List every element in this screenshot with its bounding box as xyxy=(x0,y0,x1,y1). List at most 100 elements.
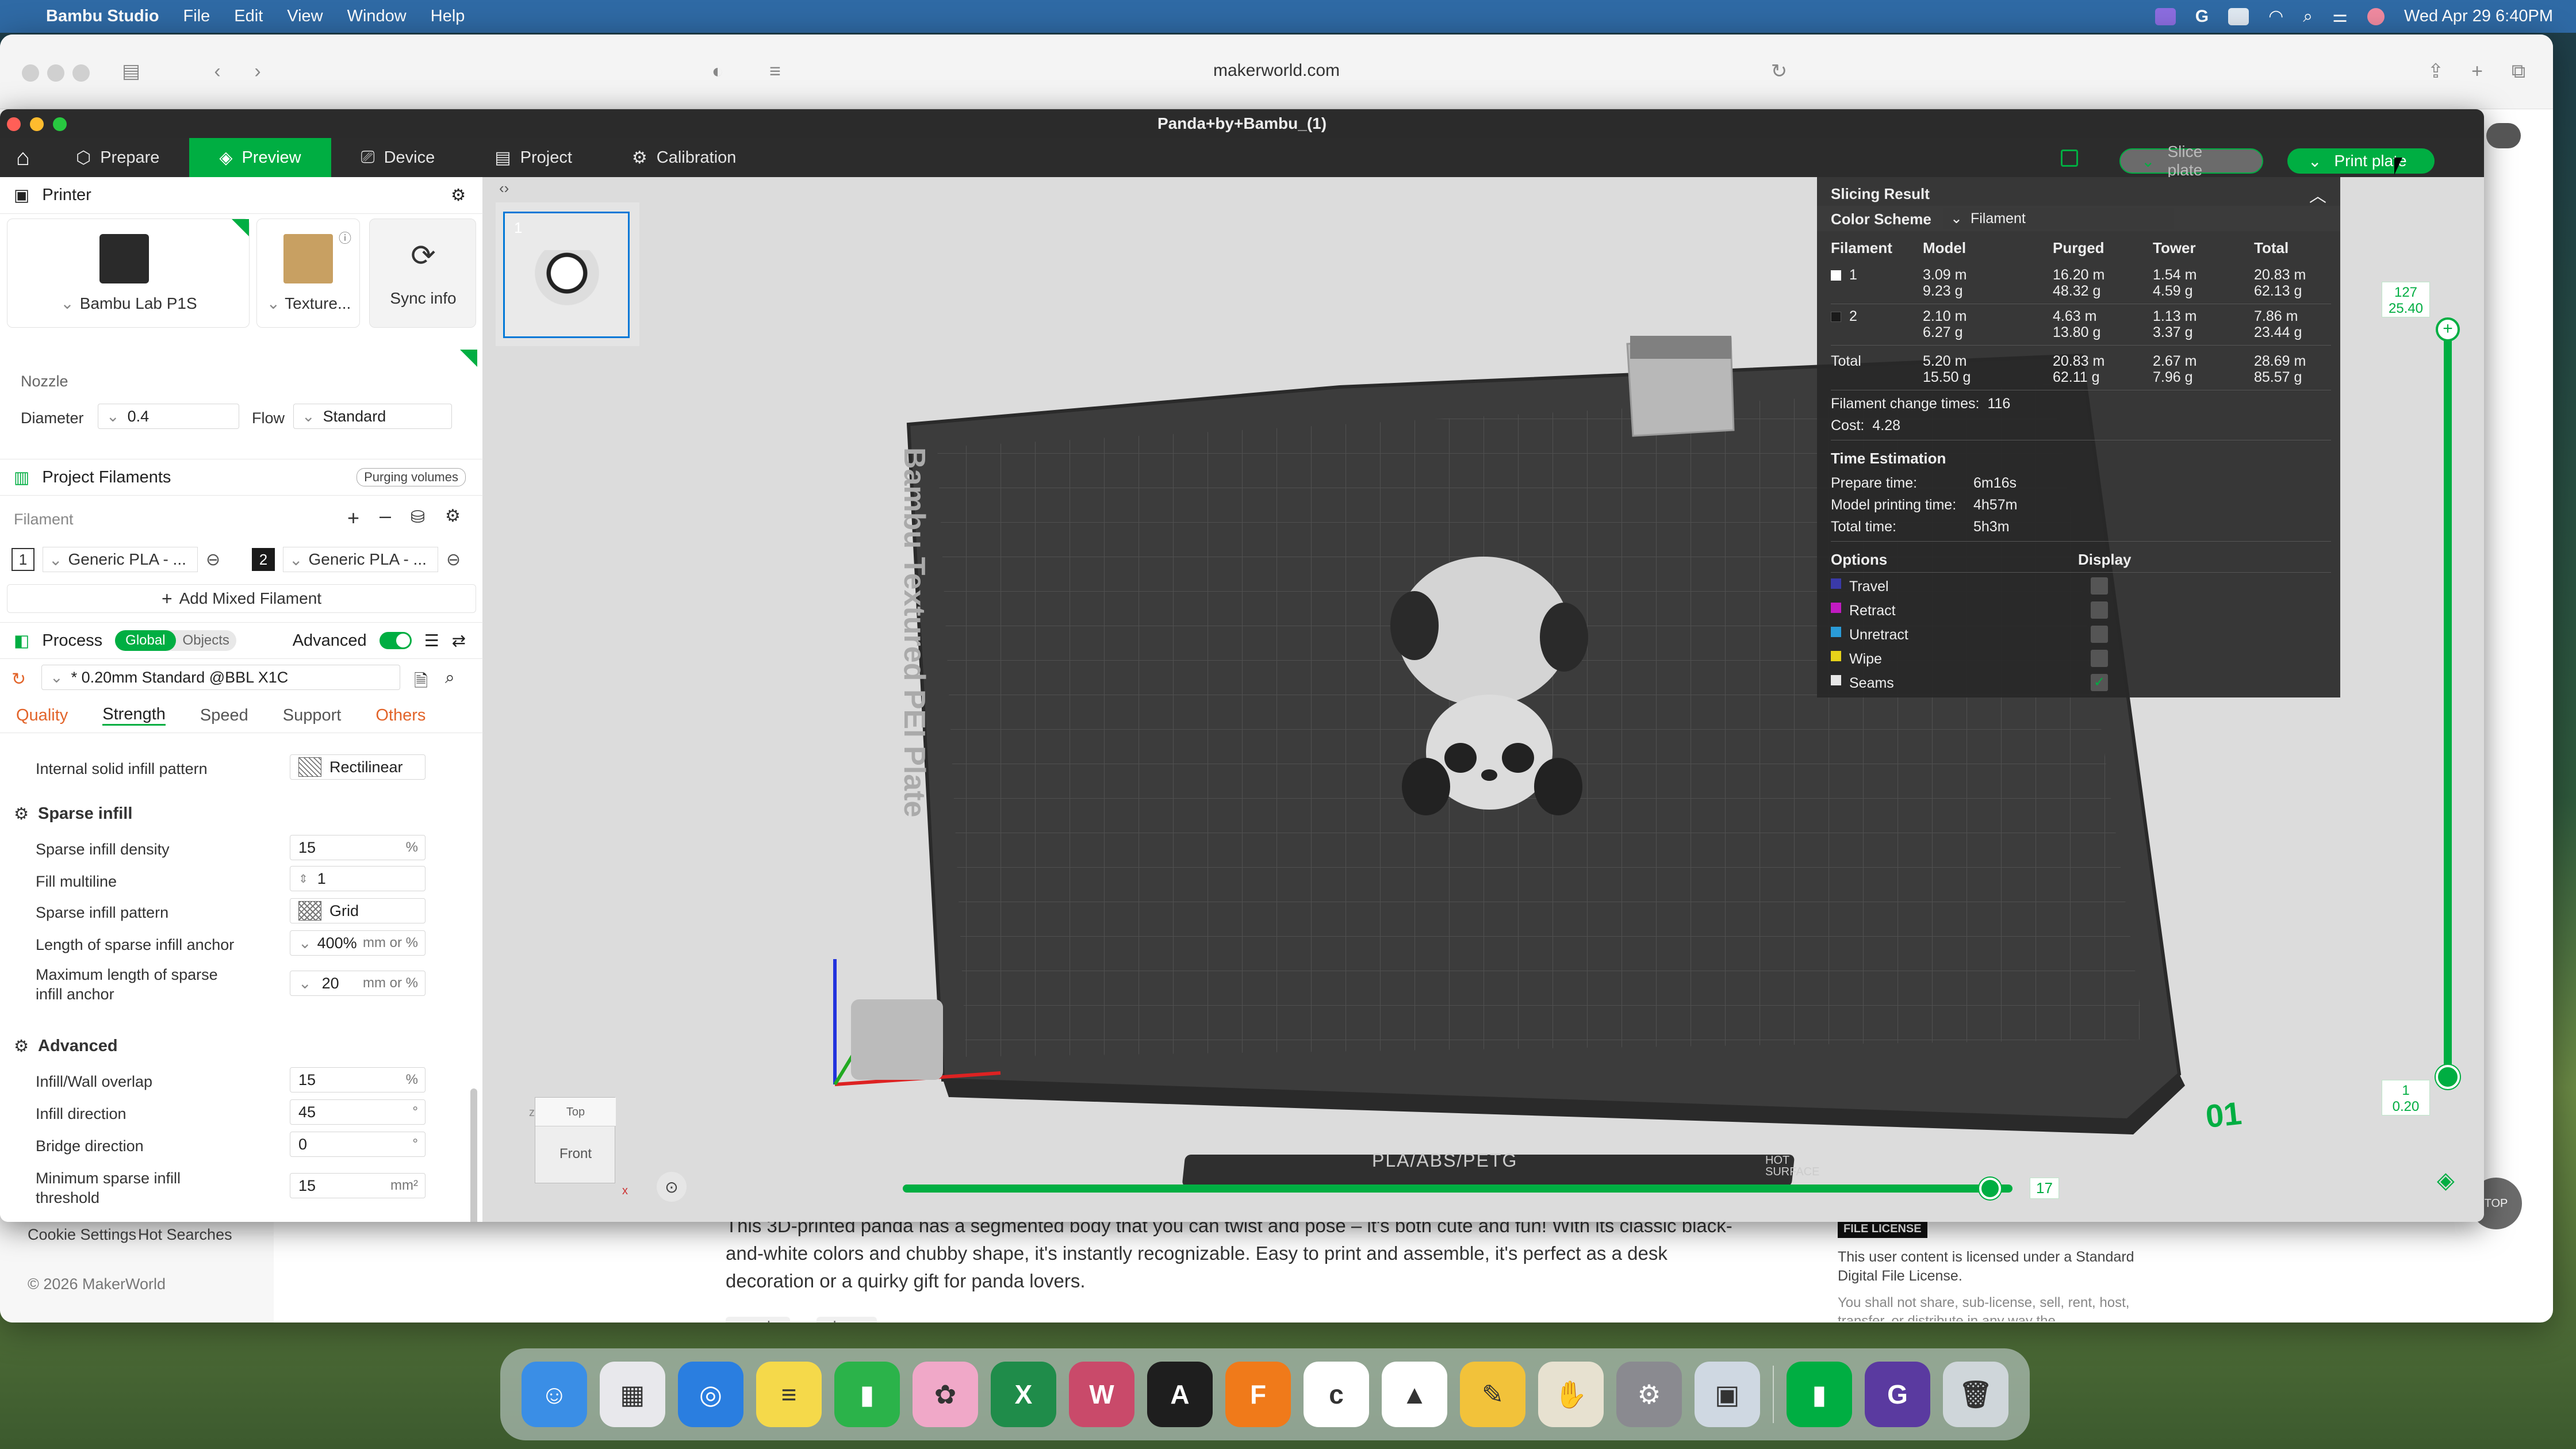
retract-checkbox[interactable] xyxy=(2091,601,2108,619)
printer-settings-icon[interactable]: ⚙ xyxy=(451,185,466,205)
tab-others[interactable]: Others xyxy=(375,706,425,725)
photos-icon[interactable]: ✿ xyxy=(913,1362,978,1427)
settings-icon[interactable]: ⚙ xyxy=(1616,1362,1682,1427)
diameter-select[interactable]: ⌄ 0.4 xyxy=(98,404,239,429)
layer-slider-track[interactable] xyxy=(2444,329,2452,1076)
printer-card[interactable]: ⌄ Bambu Lab P1S xyxy=(7,218,250,328)
layer-slider-bottom-knob[interactable] xyxy=(2436,1065,2460,1089)
save-preset-icon[interactable]: 🗎 xyxy=(414,668,428,697)
add-filament-icon[interactable]: + xyxy=(347,506,359,530)
process-preset-select[interactable]: ⌄ * 0.20mm Standard @BBL X1C xyxy=(41,665,400,690)
siri-icon[interactable] xyxy=(2367,7,2385,25)
3d-viewport[interactable]: ‹› 1 Bambu Textured PEI Plate PLA/ABS/PE… xyxy=(483,177,2484,1222)
move-slider-track[interactable] xyxy=(903,1184,2012,1193)
bambu-zoom-button[interactable] xyxy=(53,117,67,131)
print-plate-button[interactable]: ⌄ Print plate xyxy=(2287,148,2435,174)
slice-plate-button[interactable]: ⌄ Slice plate xyxy=(2119,143,2263,179)
list-icon[interactable]: ☰ xyxy=(424,631,439,651)
numbers-icon[interactable]: ▮ xyxy=(834,1362,900,1427)
filament-1-select[interactable]: ⌄ Generic PLA - ... xyxy=(43,547,198,572)
tab-strength[interactable]: Strength xyxy=(102,705,166,726)
fill-multiline-stepper[interactable]: ⇕ 1 xyxy=(290,866,425,891)
filament-2-select[interactable]: ⌄ Generic PLA - ... xyxy=(283,547,438,572)
overlap-input[interactable]: 15% xyxy=(290,1067,425,1092)
max-anchor-input[interactable]: ⌄ 20 mm or % xyxy=(290,971,425,996)
menu-window[interactable]: Window xyxy=(347,7,407,26)
bambu-close-button[interactable] xyxy=(7,117,21,131)
tab-speed[interactable]: Speed xyxy=(200,706,248,725)
layout-icon[interactable] xyxy=(2061,150,2078,167)
menu-help[interactable]: Help xyxy=(431,7,465,26)
sparse-density-input[interactable]: 15% xyxy=(290,835,425,860)
screen-icon[interactable] xyxy=(2155,7,2176,25)
excel-icon[interactable]: X xyxy=(991,1362,1056,1427)
sync-info-button[interactable]: ⟳ Sync info xyxy=(369,218,476,328)
tag-panda[interactable]: panda xyxy=(726,1317,791,1322)
travel-checkbox[interactable] xyxy=(2091,577,2108,595)
purging-volumes-button[interactable]: Purging volumes xyxy=(356,468,466,486)
new-tab-icon[interactable]: + xyxy=(2466,61,2489,82)
advanced-toggle[interactable] xyxy=(379,632,412,649)
reset-icon[interactable]: ↻ xyxy=(12,669,26,689)
g-status-icon[interactable]: G xyxy=(2195,7,2209,26)
side-widget[interactable] xyxy=(2486,123,2521,148)
cricut-icon[interactable]: c xyxy=(1304,1362,1369,1427)
cookie-settings-link[interactable]: Cookie Settings xyxy=(28,1226,136,1244)
reload-icon[interactable]: ↻ xyxy=(1768,61,1791,82)
search-settings-icon[interactable]: ⌕ xyxy=(445,668,455,688)
compare-icon[interactable]: ⇄ xyxy=(452,631,466,651)
home-icon[interactable]: ⌂ xyxy=(0,138,46,177)
slice-dropdown-icon[interactable]: ⌄ xyxy=(2141,152,2155,171)
menu-edit[interactable]: Edit xyxy=(234,7,263,26)
pages-icon[interactable]: ✎ xyxy=(1460,1362,1525,1427)
remove-filament-icon[interactable]: – xyxy=(379,504,391,528)
finder-icon[interactable]: ☺ xyxy=(522,1362,587,1427)
anchor-input[interactable]: ⌄ 400% mm or % xyxy=(290,930,425,956)
filament-slot-2[interactable]: 2 ⌄ Generic PLA - ... ⊖ xyxy=(252,546,482,573)
tab-preview[interactable]: ◈ Preview xyxy=(189,138,331,177)
tab-support[interactable]: Support xyxy=(283,706,342,725)
affinity-icon[interactable]: A xyxy=(1147,1362,1213,1427)
internal-solid-select[interactable]: Rectilinear xyxy=(290,754,425,780)
layer-slider-top-knob[interactable]: + xyxy=(2436,317,2460,342)
flow-select[interactable]: ⌄ Standard xyxy=(293,404,452,429)
bambu-minimize-button[interactable] xyxy=(30,117,44,131)
settings-scrollbar[interactable] xyxy=(470,1088,477,1222)
filament-slot-1[interactable]: 1 ⌄ Generic PLA - ... ⊖ xyxy=(12,546,241,573)
tag-decor[interactable]: decor xyxy=(816,1317,877,1322)
bambu-studio-icon[interactable]: ▮ xyxy=(1787,1362,1852,1427)
launchpad-icon[interactable]: ▦ xyxy=(600,1362,665,1427)
notes-icon[interactable]: ≡ xyxy=(756,1362,822,1427)
keyboard-icon[interactable] xyxy=(2228,7,2249,25)
tab-overview-icon[interactable]: ⧉ xyxy=(2507,61,2530,82)
bambu-icon[interactable]: ▣ xyxy=(1695,1362,1760,1427)
menu-file[interactable]: File xyxy=(183,7,210,26)
sparse-pattern-select[interactable]: Grid xyxy=(290,898,425,923)
hot-searches-link[interactable]: Hot Searches xyxy=(138,1226,232,1244)
safari-icon[interactable]: ◎ xyxy=(678,1362,743,1427)
share-icon[interactable]: ⇪ xyxy=(2424,61,2447,82)
view-cube[interactable]: Top Front xyxy=(535,1097,616,1183)
address-bar[interactable]: makerworld.com xyxy=(0,61,2553,80)
add-mixed-filament-button[interactable]: + Add Mixed Filament xyxy=(7,584,476,613)
global-toggle[interactable]: Global xyxy=(115,630,176,651)
filament-sync-icon[interactable]: ⛁ xyxy=(411,507,425,527)
plate-card[interactable]: ⓘ ⌄ Texture... xyxy=(256,218,360,328)
tab-prepare[interactable]: ⬡ Prepare xyxy=(46,138,189,177)
stepper-icon[interactable]: ⇕ xyxy=(298,872,308,886)
word-icon[interactable]: W xyxy=(1069,1362,1134,1427)
bridge-input[interactable]: 0 ° xyxy=(290,1132,425,1157)
fusion-icon[interactable]: F xyxy=(1225,1362,1291,1427)
search-icon[interactable]: ⌕ xyxy=(2303,7,2313,26)
view-cube-front[interactable]: Front xyxy=(535,1146,616,1162)
wipe-checkbox[interactable] xyxy=(2091,650,2108,667)
preview-icon[interactable]: ✋ xyxy=(1538,1362,1604,1427)
control-center-icon[interactable]: ⚌ xyxy=(2332,6,2348,26)
g-app-icon[interactable]: G xyxy=(1865,1362,1930,1427)
collapse-icon[interactable]: ︿ xyxy=(2309,182,2326,207)
view-cube-top[interactable]: Top xyxy=(535,1098,616,1126)
direction-input[interactable]: 45 ° xyxy=(290,1099,425,1125)
filament-settings-icon[interactable]: ⚙ xyxy=(445,506,461,526)
menu-view[interactable]: View xyxy=(287,7,323,26)
menubar-app-name[interactable]: Bambu Studio xyxy=(46,7,159,26)
